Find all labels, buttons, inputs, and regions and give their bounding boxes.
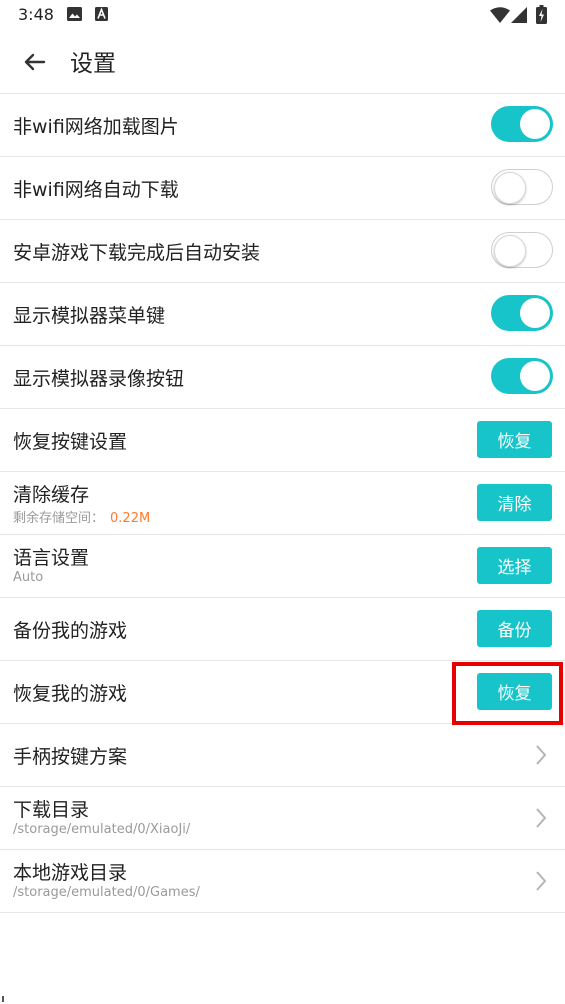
setting-label: 下载目录 bbox=[13, 799, 90, 821]
toggle-knob bbox=[494, 235, 526, 267]
restore-games-button[interactable]: 恢复 bbox=[477, 673, 552, 710]
back-arrow-icon[interactable] bbox=[20, 48, 50, 76]
setting-local-games-directory[interactable]: 本地游戏目录 /storage/emulated/0/Games/ bbox=[0, 850, 565, 913]
toggle-knob bbox=[494, 172, 526, 204]
setting-load-images-non-wifi[interactable]: 非wifi网络加载图片 bbox=[0, 94, 565, 157]
setting-restore-games: 恢复我的游戏 恢复 bbox=[0, 661, 565, 724]
setting-label: 本地游戏目录 bbox=[13, 862, 128, 884]
setting-label: 恢复按键设置 bbox=[13, 431, 128, 453]
page-title: 设置 bbox=[70, 51, 116, 77]
setting-download-directory[interactable]: 下载目录 /storage/emulated/0/XiaoJi/ bbox=[0, 787, 565, 850]
toggle-knob bbox=[520, 109, 550, 139]
wifi-icon bbox=[490, 7, 510, 23]
settings-list: 非wifi网络加载图片 非wifi网络自动下载 安卓游戏下载完成后自动安装 显示… bbox=[0, 94, 565, 913]
setting-auto-install[interactable]: 安卓游戏下载完成后自动安装 bbox=[0, 220, 565, 283]
edge-marker bbox=[2, 996, 4, 1002]
load-images-toggle[interactable] bbox=[491, 106, 553, 142]
battery-charging-icon bbox=[536, 5, 547, 24]
setting-label: 安卓游戏下载完成后自动安装 bbox=[13, 242, 261, 264]
storage-label: 剩余存储空间： bbox=[13, 511, 105, 526]
setting-backup-games: 备份我的游戏 备份 bbox=[0, 598, 565, 661]
auto-download-toggle[interactable] bbox=[491, 169, 553, 205]
chevron-right-icon bbox=[536, 808, 547, 828]
status-bar: 3:48 bbox=[0, 0, 565, 30]
setting-auto-download-non-wifi[interactable]: 非wifi网络自动下载 bbox=[0, 157, 565, 220]
setting-label: 显示模拟器录像按钮 bbox=[13, 368, 185, 390]
setting-label: 语言设置 bbox=[13, 547, 90, 569]
show-menu-key-toggle[interactable] bbox=[491, 295, 553, 331]
language-value: Auto bbox=[13, 570, 44, 585]
setting-show-emulator-menu-key[interactable]: 显示模拟器菜单键 bbox=[0, 283, 565, 346]
setting-label: 恢复我的游戏 bbox=[13, 683, 128, 705]
setting-label: 非wifi网络自动下载 bbox=[13, 179, 179, 201]
setting-language: 语言设置 Auto 选择 bbox=[0, 535, 565, 598]
setting-show-record-button[interactable]: 显示模拟器录像按钮 bbox=[0, 346, 565, 409]
games-path: /storage/emulated/0/Games/ bbox=[13, 885, 200, 900]
setting-label: 清除缓存 bbox=[13, 484, 90, 506]
setting-label: 显示模拟器菜单键 bbox=[13, 305, 166, 327]
status-time: 3:48 bbox=[18, 5, 54, 24]
setting-gamepad-key-scheme[interactable]: 手柄按键方案 bbox=[0, 724, 565, 787]
setting-label: 手柄按键方案 bbox=[13, 746, 128, 768]
app-bar: 设置 bbox=[0, 30, 565, 94]
setting-clear-cache: 清除缓存 剩余存储空间： 0.22M 清除 bbox=[0, 472, 565, 535]
font-icon bbox=[95, 7, 108, 21]
image-icon bbox=[67, 7, 82, 21]
select-language-button[interactable]: 选择 bbox=[477, 547, 552, 584]
backup-games-button[interactable]: 备份 bbox=[477, 610, 552, 647]
toggle-knob bbox=[520, 361, 550, 391]
show-record-button-toggle[interactable] bbox=[491, 358, 553, 394]
setting-restore-key-settings: 恢复按键设置 恢复 bbox=[0, 409, 565, 472]
clear-cache-button[interactable]: 清除 bbox=[477, 484, 552, 521]
setting-label: 备份我的游戏 bbox=[13, 620, 128, 642]
signal-icon bbox=[511, 7, 527, 23]
chevron-right-icon bbox=[536, 871, 547, 891]
storage-remaining: 剩余存储空间： 0.22M bbox=[13, 507, 150, 526]
download-path: /storage/emulated/0/XiaoJi/ bbox=[13, 822, 191, 837]
chevron-right-icon bbox=[536, 745, 547, 765]
restore-key-settings-button[interactable]: 恢复 bbox=[477, 421, 552, 458]
auto-install-toggle[interactable] bbox=[491, 232, 553, 268]
toggle-knob bbox=[520, 298, 550, 328]
setting-label: 非wifi网络加载图片 bbox=[13, 116, 179, 138]
storage-value: 0.22M bbox=[110, 511, 151, 526]
